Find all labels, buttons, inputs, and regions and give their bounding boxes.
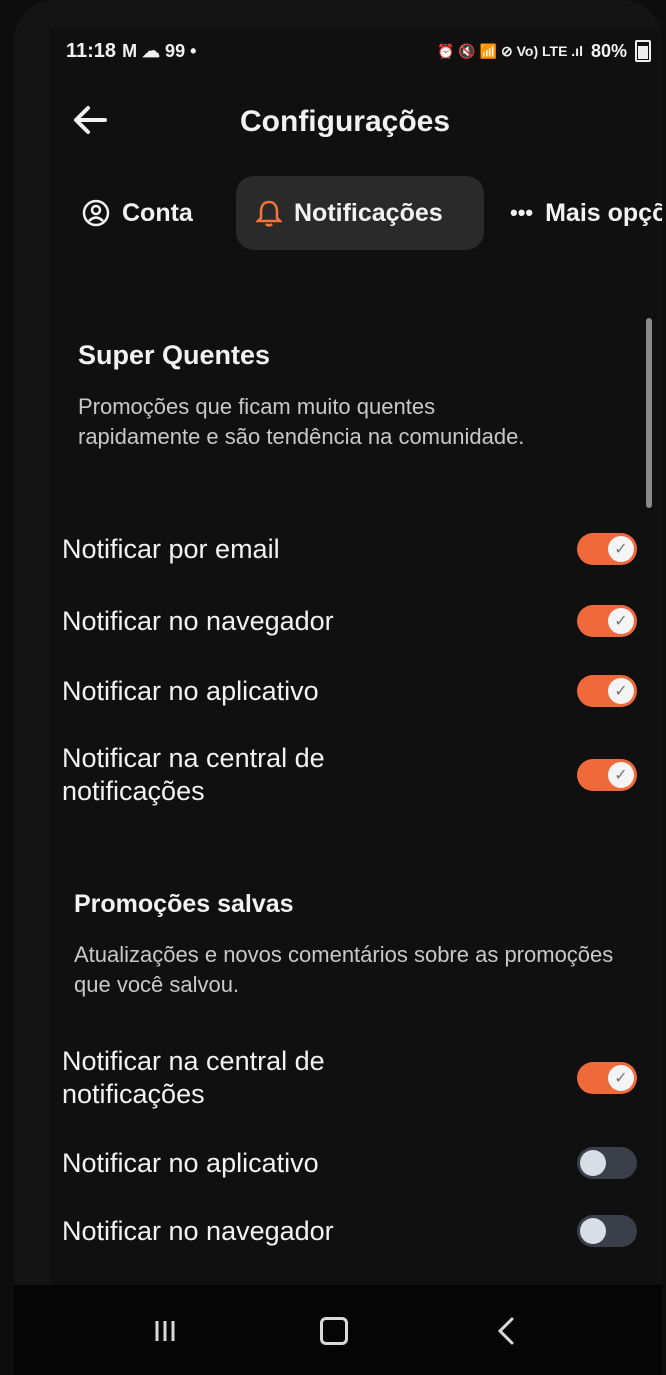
tab-mais-label: Mais opçõ (545, 198, 662, 227)
toggle-switch[interactable]: ✓ (577, 675, 637, 707)
more-dots-icon: ••• (510, 200, 534, 225)
setting-row-super-email[interactable]: Notificar por email ✓ (62, 522, 647, 576)
bell-icon (256, 200, 282, 227)
section-desc-super-quentes: Promoções que ficam muito quentes rapida… (78, 394, 525, 449)
tab-conta[interactable]: Conta (62, 176, 213, 250)
page-title: Configurações (240, 105, 451, 138)
toggle-switch[interactable]: ✓ (577, 533, 637, 565)
setting-label: Notificar por email (62, 533, 280, 564)
setting-label: Notificar no navegador (62, 1215, 334, 1246)
setting-label: Notificar na central de notificações (62, 743, 325, 806)
toggle-switch[interactable]: ✓ (577, 759, 637, 791)
arrow-left-icon (74, 106, 107, 134)
setting-row-super-navegador[interactable]: Notificar no navegador ✓ (62, 594, 647, 648)
tab-mais-opcoes[interactable]: ••• Mais opçõ (490, 176, 662, 250)
home-icon (320, 1317, 348, 1345)
setting-label: Notificar no navegador (62, 605, 334, 636)
chevron-left-icon (497, 1317, 514, 1345)
system-nav-bar (14, 1285, 662, 1375)
screen: 11:18 M ☁ 99 • ⏰ 🔇 📶 ⊘ Vo) LTE .ıl 80% C… (50, 28, 662, 1375)
setting-row-super-aplicativo[interactable]: Notificar no aplicativo ✓ (62, 664, 647, 718)
status-battery-text: 80% (590, 40, 627, 61)
status-time: 11:18 (66, 39, 117, 62)
check-icon: ✓ (608, 536, 634, 562)
setting-label: Notificar no aplicativo (62, 675, 319, 706)
check-icon: ✓ (608, 608, 634, 634)
check-icon: ✓ (608, 762, 634, 788)
user-circle-icon (82, 199, 110, 227)
setting-label: Notificar no aplicativo (62, 1147, 319, 1178)
toggle-switch[interactable]: ✓ (577, 605, 637, 637)
recent-apps-button[interactable] (141, 1307, 189, 1355)
system-back-button[interactable] (482, 1307, 530, 1355)
back-button[interactable] (66, 96, 114, 144)
check-icon: ✓ (608, 678, 634, 704)
battery-icon (635, 40, 651, 62)
setting-row-super-central[interactable]: Notificar na central de notificações ✓ (62, 734, 647, 816)
tab-conta-label: Conta (122, 198, 193, 227)
setting-row-salvas-central[interactable]: Notificar na central de notificações ✓ (62, 1038, 647, 1118)
settings-tabs: Conta Notificações ••• Mais opçõ (50, 176, 662, 256)
home-button[interactable] (310, 1307, 358, 1355)
toggle-switch[interactable] (577, 1147, 637, 1179)
app-header: Configurações (50, 83, 662, 153)
status-system-icons: ⏰ 🔇 📶 ⊘ Vo) LTE .ıl (437, 42, 583, 59)
toggle-switch[interactable]: ✓ (577, 1062, 637, 1094)
check-icon: ✓ (608, 1065, 634, 1091)
section-desc-promocoes-salvas: Atualizações e novos comentários sobre a… (74, 942, 614, 997)
scrollbar[interactable] (646, 318, 652, 508)
setting-row-salvas-aplicativo[interactable]: Notificar no aplicativo (62, 1136, 647, 1190)
status-bar: 11:18 M ☁ 99 • ⏰ 🔇 📶 ⊘ Vo) LTE .ıl 80% (66, 36, 651, 66)
toggle-switch[interactable] (577, 1215, 637, 1247)
phone-frame: 11:18 M ☁ 99 • ⏰ 🔇 📶 ⊘ Vo) LTE .ıl 80% C… (14, 0, 662, 1375)
setting-row-salvas-navegador[interactable]: Notificar no navegador (62, 1204, 647, 1258)
section-title-promocoes-salvas: Promoções salvas (74, 890, 294, 918)
status-notification-icons: M ☁ 99 • (122, 40, 197, 61)
recent-apps-icon (155, 1321, 175, 1341)
tab-notificacoes[interactable]: Notificações (236, 176, 484, 250)
tab-notificacoes-label: Notificações (294, 198, 443, 227)
setting-label: Notificar na central de notificações (62, 1046, 325, 1109)
section-title-super-quentes: Super Quentes (78, 340, 271, 370)
